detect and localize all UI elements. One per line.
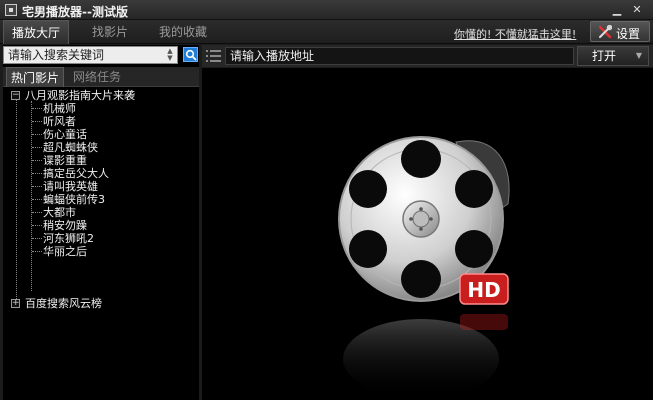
search-input[interactable]: 请输入搜索关键词 ▲ ▼ bbox=[3, 46, 178, 64]
tab-play-hall[interactable]: 播放大厅 bbox=[3, 20, 69, 44]
tree-branch bbox=[32, 199, 42, 200]
tree-item[interactable]: 超凡蜘蛛侠 bbox=[43, 141, 98, 154]
tree-branch bbox=[32, 173, 42, 174]
collapse-icon[interactable]: − bbox=[11, 91, 20, 100]
url-input[interactable]: 请输入播放地址 bbox=[225, 47, 574, 65]
tab-my-favorites[interactable]: 我的收藏 bbox=[148, 20, 218, 44]
left-panel: 请输入搜索关键词 ▲ ▼ 热门影片 网络任务 − 八月观影指南大片来袭 机械师 … bbox=[3, 45, 199, 400]
tree-item[interactable]: 大都市 bbox=[43, 206, 76, 219]
search-button[interactable] bbox=[183, 47, 198, 62]
close-button[interactable]: ✕ bbox=[630, 3, 644, 16]
tree-branch bbox=[32, 251, 42, 252]
title-bar: 宅男播放器--测试版 ▁ ✕ bbox=[0, 0, 653, 20]
settings-button[interactable]: 设置 bbox=[590, 21, 650, 42]
film-reel-hd-icon: HD bbox=[338, 136, 510, 394]
search-spinner[interactable]: ▲ ▼ bbox=[165, 48, 175, 62]
hd-badge: HD bbox=[467, 278, 500, 302]
tree-item[interactable]: 机械师 bbox=[43, 102, 76, 115]
open-label: 打开 bbox=[592, 49, 617, 63]
tree-branch bbox=[32, 238, 42, 239]
sidebar-tab-bar: 热门影片 网络任务 bbox=[3, 67, 199, 87]
tree-branch bbox=[32, 121, 42, 122]
help-link[interactable]: 你懂的! 不懂就猛击这里! bbox=[454, 26, 576, 42]
tree-branch bbox=[32, 134, 42, 135]
minimize-button[interactable]: ▁ bbox=[610, 3, 624, 16]
tree-item[interactable]: 稍安勿躁 bbox=[43, 219, 87, 232]
window-title: 宅男播放器--测试版 bbox=[22, 5, 128, 19]
expand-icon[interactable]: + bbox=[11, 299, 20, 308]
settings-label: 设置 bbox=[616, 27, 641, 41]
wrench-screwdriver-icon bbox=[598, 25, 612, 39]
tree-connector bbox=[31, 101, 32, 291]
tree-item[interactable]: 蝙蝠侠前传3 bbox=[43, 193, 105, 206]
open-button[interactable]: 打开 ▼ bbox=[577, 46, 649, 66]
url-bar: 请输入播放地址 打开 ▼ bbox=[202, 45, 653, 67]
tree-branch bbox=[32, 147, 42, 148]
tab-find-movies[interactable]: 找影片 bbox=[75, 20, 145, 44]
playlist-icon[interactable] bbox=[206, 49, 221, 63]
search-input-text: 请输入搜索关键词 bbox=[8, 48, 105, 62]
tree-branch bbox=[32, 225, 42, 226]
tree-item[interactable]: 谍影重重 bbox=[43, 154, 87, 167]
tree-item[interactable]: 请叫我英雄 bbox=[43, 180, 98, 193]
tree-connector bbox=[16, 100, 17, 303]
dropdown-arrow-icon[interactable]: ▼ bbox=[636, 47, 642, 65]
tree-item[interactable]: 华丽之后 bbox=[43, 245, 87, 258]
tree-item[interactable]: 河东狮吼2 bbox=[43, 232, 94, 245]
tree-branch bbox=[32, 108, 42, 109]
tree-group-label: 八月观影指南大片来袭 bbox=[25, 89, 135, 102]
search-icon bbox=[185, 49, 197, 61]
app-icon bbox=[5, 4, 17, 16]
tree-item[interactable]: 伤心童话 bbox=[43, 128, 87, 141]
tree-branch bbox=[32, 186, 42, 187]
tree-branch bbox=[32, 212, 42, 213]
main-tab-bar: 播放大厅 找影片 我的收藏 你懂的! 不懂就猛击这里! 设置 bbox=[0, 20, 653, 44]
tree-item[interactable]: 听风者 bbox=[43, 115, 76, 128]
movie-tree: − 八月观影指南大片来袭 机械师 听风者 伤心童话 超凡蜘蛛侠 谍影重重 搞定岳… bbox=[3, 89, 199, 400]
tree-item[interactable]: 搞定岳父大人 bbox=[43, 167, 109, 180]
tree-branch bbox=[32, 160, 42, 161]
spin-down-icon: ▼ bbox=[167, 54, 173, 62]
tab-hot-movies[interactable]: 热门影片 bbox=[6, 67, 64, 87]
tab-network-tasks[interactable]: 网络任务 bbox=[67, 67, 127, 87]
video-area[interactable]: HD bbox=[202, 68, 653, 400]
tree-group-label: 百度搜索风云榜 bbox=[25, 297, 102, 310]
